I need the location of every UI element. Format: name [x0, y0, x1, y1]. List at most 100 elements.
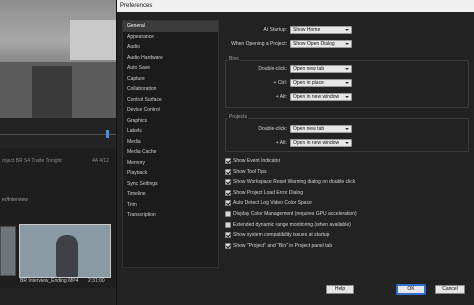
checkbox-row[interactable]: Auto Detect Log Video Color Space: [225, 199, 312, 207]
category-item-transcription[interactable]: Transcription: [123, 210, 218, 221]
bin-path-label: er/Interview: [2, 197, 28, 203]
bins-alt-select[interactable]: Open in new window: [290, 93, 352, 101]
projects-double-click-label: Double-click:: [258, 126, 287, 132]
projects-alt-value: Open in new window: [293, 140, 340, 146]
checkbox-row[interactable]: Show Tool Tips: [225, 168, 267, 176]
category-item-timeline[interactable]: Timeline: [123, 189, 218, 200]
category-item-collaboration[interactable]: Collaboration: [123, 84, 218, 95]
project-panel-footer: [0, 288, 118, 305]
checkbox-row[interactable]: Show "Project" and "Bin" in Project pane…: [225, 242, 332, 250]
category-item-memory[interactable]: Memory: [123, 158, 218, 169]
project-tab-label: roject BR S4 Trade Tonight: [2, 158, 62, 164]
projects-double-click-select[interactable]: Open new tab: [290, 125, 352, 133]
checkbox-label: Show Project Load Error Dialog: [233, 189, 304, 196]
category-item-general[interactable]: General: [123, 21, 218, 32]
checkbox-label: Show system compatibility issues at star…: [233, 232, 330, 239]
category-item-trim[interactable]: Trim: [123, 200, 218, 211]
general-pane: At Startup: Show Home When Opening a Pro…: [221, 20, 471, 268]
project-tab-count: 4A 4/12: [92, 158, 109, 164]
checkbox-checked[interactable]: [225, 168, 231, 175]
checkbox-unchecked[interactable]: [225, 221, 231, 228]
checkbox-checked[interactable]: [225, 242, 231, 249]
category-item-media[interactable]: Media: [123, 137, 218, 148]
chevron-down-icon: [345, 128, 349, 130]
bins-ctrl-label: + Ctrl:: [273, 80, 287, 86]
category-list[interactable]: General Appearance Audio Audio Hardware Auto…: [122, 20, 219, 268]
category-item-media-cache[interactable]: Media Cache: [123, 147, 218, 158]
chevron-down-icon: [345, 29, 349, 31]
checkbox-row[interactable]: Show system compatibility issues at star…: [225, 231, 329, 239]
category-item-graphics[interactable]: Graphics: [123, 116, 218, 127]
chevron-down-icon: [345, 142, 349, 144]
playhead[interactable]: [106, 130, 109, 138]
monitor-timebar[interactable]: [0, 118, 118, 148]
opening-project-label: When Opening a Project:: [231, 41, 287, 47]
window-light: [70, 20, 118, 60]
checkbox-label: Auto Detect Log Video Color Space: [233, 200, 312, 207]
program-monitor-frame: [0, 0, 118, 118]
ok-button[interactable]: OK: [397, 285, 425, 294]
checkbox-checked[interactable]: [225, 200, 231, 207]
category-item-appearance[interactable]: Appearance: [123, 32, 218, 43]
checkbox-label: Show Event Indicator: [233, 158, 281, 164]
project-panel-tab[interactable]: roject BR S4 Trade Tonight 4A 4/12: [0, 156, 118, 166]
clip-thumbnail[interactable]: [0, 226, 16, 276]
at-startup-select[interactable]: Show Home: [290, 26, 352, 34]
checkbox-row[interactable]: Show Project Load Error Dialog: [225, 189, 303, 197]
chevron-down-icon: [345, 96, 349, 98]
checkbox-label: Show Tool Tips: [233, 168, 267, 175]
checkbox-label: Display Color Management (requires GPU a…: [233, 211, 357, 217]
chevron-down-icon: [345, 82, 349, 84]
bins-ctrl-value: Open in place: [293, 80, 324, 86]
category-item-audio[interactable]: Audio: [123, 42, 218, 53]
cancel-button[interactable]: Cancel: [435, 285, 465, 294]
checkbox-label: Extended dynamic range monitoring (when …: [233, 221, 351, 228]
category-item-control-surface[interactable]: Control Surface: [123, 95, 218, 106]
preferences-dialog: Preferences General Appearance Audio Audio …: [116, 0, 474, 305]
chevron-down-icon: [345, 43, 349, 45]
doorway: [32, 66, 72, 118]
checkbox-unchecked[interactable]: [225, 211, 231, 217]
bins-group-title: Bins: [228, 56, 240, 62]
checkbox-label: Show "Project" and "Bin" in Project pane…: [233, 242, 333, 249]
interviewee-figure: [56, 235, 78, 277]
category-item-audio-hardware[interactable]: Audio Hardware: [123, 53, 218, 64]
projects-alt-select[interactable]: Open in new window: [290, 139, 352, 147]
bins-double-click-select[interactable]: Open new tab: [290, 65, 352, 73]
checkbox-row[interactable]: Extended dynamic range monitoring (when …: [225, 221, 351, 229]
at-startup-value: Show Home: [293, 27, 321, 33]
bins-alt-label: + Alt:: [275, 94, 287, 100]
category-item-sync-settings[interactable]: Sync Settings: [123, 179, 218, 190]
bins-double-click-value: Open new tab: [293, 66, 325, 72]
opening-project-value: Show Open Dialog: [293, 41, 335, 47]
category-item-auto-save[interactable]: Auto Save: [123, 63, 218, 74]
chevron-down-icon: [345, 68, 349, 70]
projects-alt-label: + Alt:: [275, 140, 287, 146]
checkbox-checked[interactable]: [225, 179, 231, 186]
checkbox-row[interactable]: Display Color Management (requires GPU a…: [225, 210, 357, 218]
checkbox-checked[interactable]: [225, 189, 231, 196]
projects-double-click-value: Open new tab: [293, 126, 325, 132]
clip-thumbnail-selected[interactable]: [19, 224, 111, 278]
projects-group-title: Projects: [228, 114, 249, 120]
checkbox-checked[interactable]: [225, 158, 231, 164]
bins-alt-value: Open in new window: [293, 94, 340, 100]
clip-duration: 2:31:00: [88, 278, 105, 284]
clip-name: BR Interview_Ending.MP4: [20, 278, 79, 284]
bins-double-click-label: Double-click:: [258, 66, 287, 72]
background-workspace: roject BR S4 Trade Tonight 4A 4/12 er/In…: [0, 0, 118, 305]
opening-project-select[interactable]: Show Open Dialog: [290, 40, 352, 48]
checkbox-row[interactable]: Show Workspace Reset Warning dialog on d…: [225, 178, 355, 186]
category-item-device-control[interactable]: Device Control: [123, 105, 218, 116]
help-button[interactable]: Help: [326, 285, 354, 294]
bins-ctrl-select[interactable]: Open in place: [290, 79, 352, 87]
at-startup-label: At Startup:: [263, 27, 287, 33]
checkbox-row[interactable]: Show Event Indicator: [225, 157, 280, 165]
checkbox-label: Show Workspace Reset Warning dialog on d…: [233, 179, 356, 186]
checkbox-checked[interactable]: [225, 232, 231, 239]
category-item-capture[interactable]: Capture: [123, 74, 218, 85]
category-item-labels[interactable]: Labels: [123, 126, 218, 137]
dialog-title: Preferences: [117, 0, 474, 12]
time-ruler: [0, 134, 118, 135]
category-item-playback[interactable]: Playback: [123, 168, 218, 179]
